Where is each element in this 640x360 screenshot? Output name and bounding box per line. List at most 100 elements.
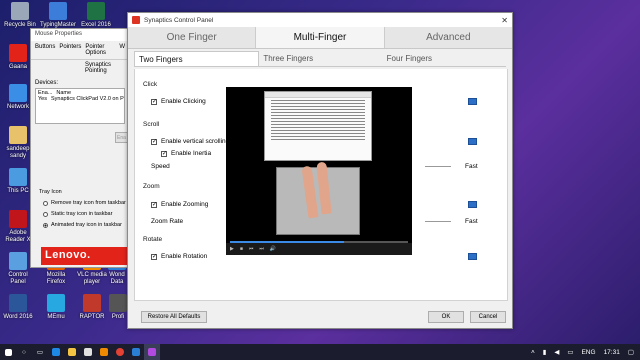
section-zoom: Zoom [143,183,160,190]
taskbar-mail[interactable] [128,344,144,360]
gaana-icon [9,44,27,62]
close-icon[interactable]: ✕ [501,16,508,25]
notifications-icon[interactable]: ▢ [628,348,634,356]
radio-static-tray[interactable] [43,211,48,217]
enable-zooming-checkbox[interactable]: ✓ [151,201,157,208]
tray-icon-group: Tray Icon Remove tray icon from taskbar … [39,189,131,228]
enable-vertical-scrolling-option[interactable]: ✓ Enable vertical scrolling [151,138,229,145]
enable-rotation-option[interactable]: ✓ Enable Rotation [151,253,207,260]
speed-label: Speed [151,163,170,170]
tray-option-remove[interactable]: Remove tray icon from taskbar [43,200,131,206]
desktop-icon-profi[interactable]: Profi [108,294,128,321]
desktop-icon-memu[interactable]: MEmu [38,294,74,321]
speed-slider[interactable] [425,166,451,167]
language-indicator[interactable]: ENG [581,349,595,356]
main-tabs: One Finger Multi-Finger Advanced [128,27,512,49]
demo-video-player[interactable]: ▶ ■ ⏮ ⏭ 🔊 [226,87,412,255]
tray-battery-icon[interactable]: ▭ [567,348,573,356]
video-document-preview [264,91,372,161]
tab-advanced[interactable]: Advanced [385,27,512,48]
table-cell-enabled: Yes [38,96,47,102]
enable-clicking-option[interactable]: ✓ Enable Clicking [151,98,206,105]
enable-inertia-checkbox[interactable]: ✓ [161,150,167,157]
tab-one-finger[interactable]: One Finger [128,27,255,48]
taskbar-start-button[interactable] [0,344,16,360]
desktop-icon-word[interactable]: Word 2016 [0,294,36,321]
play-demo-zooming-icon[interactable] [468,201,477,208]
mouse-window-tabs: Buttons Pointers Pointer Options W [31,41,129,60]
excel-icon [87,2,105,20]
restore-all-defaults-button[interactable]: Restore All Defaults [141,311,207,323]
system-tray: ˄ ▮ ◀ ▭ ENG 17:31 ▢ [531,348,640,357]
zoom-rate-slider[interactable] [425,221,451,222]
taskbar-store[interactable] [80,344,96,360]
video-play-icon[interactable]: ▶ [230,246,234,252]
tray-network-icon[interactable]: ▮ [543,348,547,356]
play-demo-scrolling-icon[interactable] [468,138,477,145]
control-panel-icon [9,252,27,270]
start-icon [4,348,12,356]
mail-icon [132,348,140,356]
network-icon [9,84,27,102]
desktop-icon-raptor[interactable]: RAPTOR [74,294,110,321]
raptor-icon [83,294,101,312]
radio-animated-tray[interactable] [43,222,48,228]
devices-table[interactable]: Ena... Name Yes Synaptics ClickPad V2.0 … [35,88,125,124]
video-volume-icon[interactable]: 🔊 [270,246,276,252]
table-row[interactable]: Yes Synaptics ClickPad V2.0 on P [38,96,124,102]
tray-volume-icon[interactable]: ◀ [554,348,559,356]
radio-remove-tray[interactable] [43,200,48,206]
taskbar-edge[interactable] [48,344,64,360]
sub-tabs: Two Fingers Three Fingers Four Fingers [134,51,506,67]
tray-option-animated[interactable]: Animated tray icon in taskbar [43,222,131,228]
video-next-icon[interactable]: ⏭ [259,246,264,252]
video-finger [316,161,332,215]
ok-button[interactable]: OK [428,311,464,323]
recycle-bin-icon [11,2,29,20]
clock[interactable]: 17:31 [604,349,620,356]
devices-group: Devices: Ena... Name Yes Synaptics Click… [35,80,125,124]
video-stop-icon[interactable]: ■ [240,246,243,252]
section-scroll: Scroll [143,121,160,128]
play-demo-rotation-icon[interactable] [468,253,477,260]
video-prev-icon[interactable]: ⏮ [249,246,254,252]
profi-icon [109,294,127,312]
enable-zooming-option[interactable]: ✓ Enable Zooming [151,201,208,208]
tab-pointer-options[interactable]: Pointer Options [85,44,115,56]
desktop-icon-typingmaster[interactable]: TypingMaster [40,2,76,29]
tab-pointers[interactable]: Pointers [59,44,81,56]
edge-icon [52,348,60,356]
tray-option-static[interactable]: Static tray icon in taskbar [43,211,131,217]
tab-multi-finger[interactable]: Multi-Finger [255,27,385,48]
video-touchpad [276,161,360,235]
taskbar-vlc[interactable] [96,344,112,360]
video-finger [301,165,319,219]
user-folder-icon [9,126,27,144]
table-cell-name: Synaptics ClickPad V2.0 on P [50,96,124,102]
taskbar-search-button[interactable]: ○ [16,344,32,360]
word-icon [9,294,27,312]
tab-w[interactable]: W [119,44,125,56]
tray-chevron-icon[interactable]: ˄ [531,349,535,356]
mouse-window-title: Mouse Properties [31,29,129,41]
enable-rotation-checkbox[interactable]: ✓ [151,253,157,260]
desktop-icon-excel[interactable]: Excel 2016 [78,2,114,29]
tab-two-fingers[interactable]: Two Fingers [134,51,260,66]
tab-three-fingers[interactable]: Three Fingers [259,51,382,66]
mouse-window-subtitle: Synaptics Pointing [85,62,112,74]
taskbar-synaptics[interactable] [144,344,160,360]
cancel-button[interactable]: Cancel [470,311,506,323]
play-demo-clicking-icon[interactable] [468,98,477,105]
enable-vertical-scrolling-checkbox[interactable]: ✓ [151,138,157,145]
enable-clicking-checkbox[interactable]: ✓ [151,98,157,105]
enable-inertia-option[interactable]: ✓ Enable Inertia [161,150,211,157]
zoom-rate-fast-label: Fast [465,218,478,225]
taskbar-explorer[interactable] [64,344,80,360]
desktop-icon-recycle-bin[interactable]: Recycle Bin [2,2,38,29]
tab-four-fingers[interactable]: Four Fingers [383,51,506,66]
synaptics-logo-icon [132,16,140,24]
taskbar-task-view-button[interactable]: ▭ [32,344,48,360]
section-rotate: Rotate [143,236,163,243]
tab-buttons[interactable]: Buttons [35,44,55,56]
taskbar-chrome[interactable] [112,344,128,360]
